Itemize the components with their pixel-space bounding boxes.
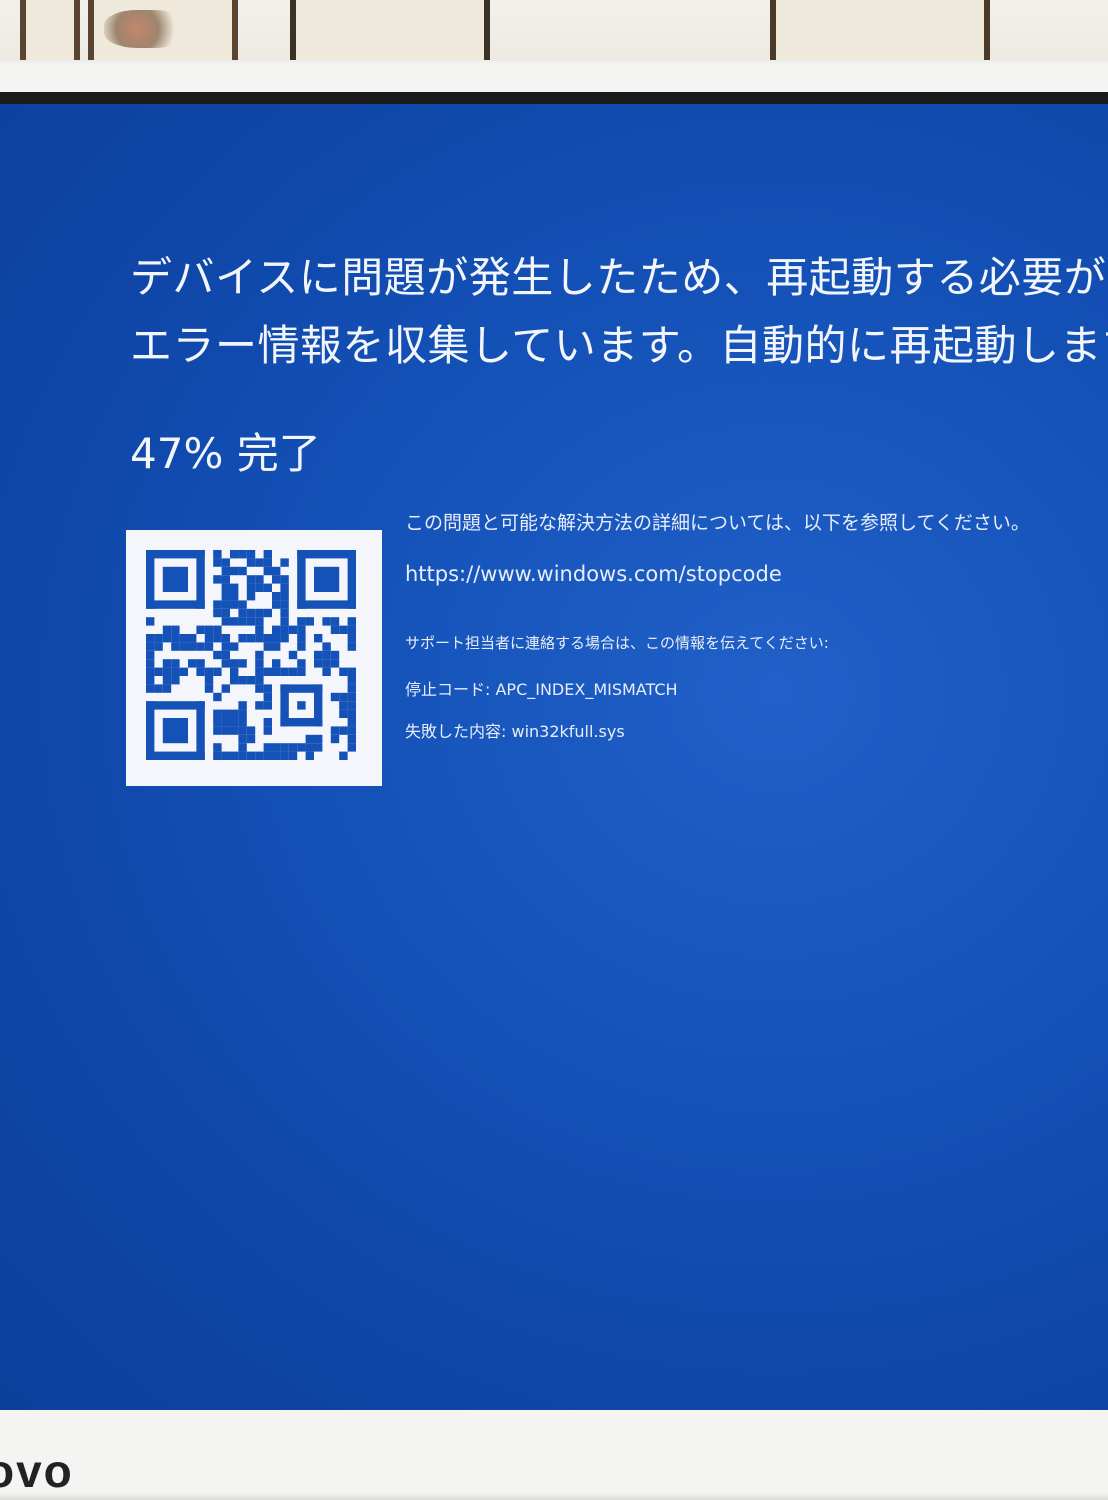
error-headline-line2: エラー情報を収集しています。自動的に再起動します	[130, 321, 1108, 370]
details-text: この問題と可能な解決方法の詳細については、以下を参照してください。	[405, 512, 1030, 534]
progress-percent: 47% 完了	[130, 429, 321, 478]
error-headline-line1: デバイスに問題が発生したため、再起動する必要があ	[130, 253, 1108, 302]
monitor-brand-logo: ovo	[0, 1445, 74, 1497]
blue-screen: デバイスに問題が発生したため、再起動する必要があ エラー情報を収集しています。自…	[0, 92, 1108, 1410]
failed-module: 失敗した内容: win32kfull.sys	[405, 722, 625, 741]
stopcode-url: https://www.windows.com/stopcode	[405, 562, 782, 586]
qr-code-icon	[126, 530, 382, 786]
stop-code: 停止コード: APC_INDEX_MISMATCH	[405, 680, 678, 699]
support-text: サポート担当者に連絡する場合は、この情報を伝えてください:	[405, 634, 829, 652]
